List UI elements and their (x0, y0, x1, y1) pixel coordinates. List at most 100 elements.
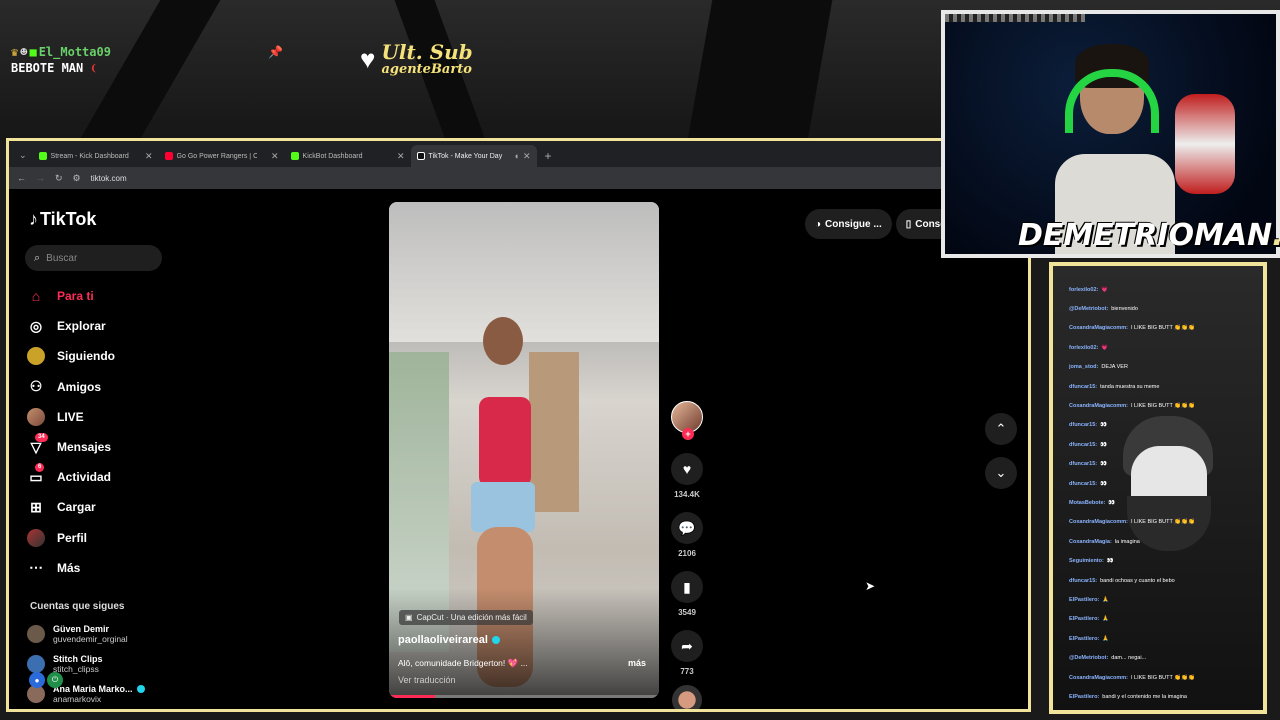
chat-username: forlexilo02: (1069, 286, 1099, 293)
chat-text: 🙏 (1102, 596, 1110, 603)
chat-message: forlexilo02: 💗 (1069, 280, 1259, 299)
close-tab-icon[interactable]: ✕ (145, 151, 153, 162)
description-more-button[interactable]: más (628, 658, 646, 668)
follow-plus-icon[interactable]: + (682, 428, 694, 440)
chat-message: ElPastilero: 🙏 (1069, 629, 1259, 648)
music-disc-icon[interactable] (672, 685, 702, 709)
close-tab-icon[interactable]: ✕ (271, 151, 279, 162)
chat-text: DEJA VER (1101, 364, 1128, 371)
tab-title: KickBot Dashboard (302, 152, 363, 160)
save-count: 3549 (678, 608, 696, 617)
chat-message: dfuncar15: 👀 (1069, 416, 1259, 435)
creator-avatar[interactable]: + (671, 401, 703, 440)
reload-icon[interactable]: ↻ (55, 173, 63, 184)
following-handle: anamarkovix (53, 694, 102, 704)
chat-username: dfuncar15: (1069, 383, 1098, 390)
chat-username: dfuncar15: (1069, 480, 1098, 487)
nav-amigos[interactable]: ⚇ Amigos (27, 372, 115, 402)
tab-title: TikTok - Make Your Day (428, 152, 503, 160)
chat-username: @DeMetriobot: (1069, 655, 1109, 662)
chat-message: ElPastilero: bandi y el contenido me la i… (1069, 687, 1259, 706)
kickbot-icon (290, 152, 299, 160)
nav-label: Perfil (57, 530, 88, 545)
video-player[interactable]: ▣ CapCut · Una edición más fácil paollao… (389, 202, 659, 698)
youtube-icon (164, 152, 173, 160)
avatar (27, 625, 45, 643)
chat-text: dam... negai... (1111, 655, 1147, 662)
chevron-up-icon: ⌃ (995, 421, 1007, 436)
power-icon[interactable]: ⏻ (47, 672, 63, 688)
comment-button[interactable]: 💬 (671, 512, 703, 544)
following-item[interactable]: Güven Demir guvendemir_orginal (27, 619, 145, 649)
nav-cargar[interactable]: ⊞ Cargar (27, 492, 115, 522)
action-rail: + ♥ 134.4K 💬 2106 ▮ 3549 ➦ 773 (668, 401, 706, 709)
chat-message: CoxandraMagia: la imagina (1069, 532, 1259, 551)
ceiling-beam (687, 0, 833, 140)
nav-para-ti[interactable]: ⌂ Para ti (27, 281, 115, 311)
speaker-icon[interactable]: ◖ (514, 151, 519, 161)
sidebar-nav: ⌂ Para ti ◎ Explorar Siguiendo ⚇ Amigos … (27, 281, 115, 583)
url-field[interactable]: tiktok.com (91, 174, 127, 183)
chat-username: CoxandraMagiacomm: (1069, 325, 1128, 332)
video-progress-bar[interactable] (389, 695, 659, 698)
chat-overlay: forlexilo02: 💗 @DeMetriobot: bienvenido Coxa… (1049, 262, 1267, 714)
site-info-icon[interactable]: ⚙ (73, 173, 81, 184)
chat-bubble-icon[interactable]: ● (29, 672, 45, 688)
tiktok-page: ♪ TikTok ⌕ Buscar ⌂ Para ti ◎ Explorar S… (9, 189, 1028, 709)
next-video-button[interactable]: ⌄ (985, 457, 1017, 489)
nav-label: Mensajes (57, 440, 112, 455)
tiktok-logo[interactable]: ♪ TikTok (29, 209, 96, 230)
overlay-username: El_Motta09 (38, 45, 111, 59)
nav-mensajes[interactable]: ▽ 34 Mensajes (27, 432, 115, 462)
chat-message: CoxandraMagiacomm: I LIKE BIG BUTT 👏👏👏 (1069, 319, 1259, 338)
back-icon[interactable]: ← (17, 173, 26, 183)
logo-text: TikTok (40, 209, 97, 229)
nav-explorar[interactable]: ◎ Explorar (27, 311, 115, 341)
chat-message: dfuncar15: 👀 (1069, 455, 1259, 474)
chat-message: CoxandraMagiacomm: I LIKE BIG BUTT 👏👏👏 (1069, 668, 1259, 687)
video-progress-fill (389, 695, 435, 698)
translate-link[interactable]: Ver traducción (398, 675, 456, 685)
nav-actividad[interactable]: ▭ 6 Actividad (27, 462, 115, 492)
previous-video-button[interactable]: ⌃ (985, 413, 1017, 445)
chat-message: dfuncar15: 👀 (1069, 435, 1259, 454)
chat-text: la imagina (1114, 538, 1140, 545)
nav-mas[interactable]: ⋯ Más (27, 553, 115, 583)
video-username[interactable]: paollaoliveirareal (398, 634, 500, 646)
chat-text: I LIKE BIG BUTT 👏👏👏 (1131, 519, 1195, 526)
search-placeholder: Buscar (46, 252, 78, 264)
share-button[interactable]: ➦ (671, 630, 703, 662)
close-tab-icon[interactable]: ✕ (523, 151, 531, 162)
nav-perfil[interactable]: Perfil (27, 523, 115, 553)
following-list: Güven Demir guvendemir_orginal Stitch Cl… (27, 619, 145, 709)
last-sub-overlay: ♥ Ult. Sub agenteBarto (360, 42, 473, 77)
tab-kickbot[interactable]: KickBot Dashboard ✕ (285, 145, 411, 167)
tab-kick-dashboard[interactable]: Stream - Kick Dashboard ✕ (33, 145, 159, 167)
tab-power-rangers[interactable]: Go Go Power Rangers | Once u ✕ (159, 145, 285, 167)
home-icon: ⌂ (31, 288, 41, 305)
capcut-badge[interactable]: ▣ CapCut · Una edición más fácil (399, 610, 533, 625)
search-input[interactable]: ⌕ Buscar (25, 245, 162, 271)
save-button[interactable]: ▮ (671, 571, 703, 603)
like-button[interactable]: ♥ (671, 453, 703, 485)
kick-icon (38, 152, 47, 160)
video-navigation: ⌃ ⌄ (985, 413, 1017, 501)
forward-icon[interactable]: → (36, 173, 45, 183)
close-tab-icon[interactable]: ✕ (397, 151, 405, 162)
tab-title: Go Go Power Rangers | Once u (176, 152, 257, 160)
tab-strip: ⌄ Stream - Kick Dashboard ✕ Go Go Power … (9, 141, 1028, 167)
comment-count: 2106 (678, 549, 696, 558)
tab-search-icon[interactable]: ⌄ (13, 150, 33, 167)
chat-text: 👀 (1106, 558, 1114, 565)
nav-live[interactable]: LIVE (27, 402, 115, 432)
live-icon (27, 407, 45, 426)
get-app-button[interactable]: ◑ Consigue ... (805, 209, 892, 239)
following-icon (27, 347, 45, 366)
following-name: Stitch Clips (53, 654, 103, 664)
chat-message: @DeMetriobot: bienvenido (1069, 299, 1259, 318)
chat-message: Seguimiento: 👀 (1069, 551, 1259, 570)
nav-siguiendo[interactable]: Siguiendo (27, 341, 115, 371)
chat-username: @DeMetriobot: (1069, 306, 1109, 313)
tab-tiktok[interactable]: TikTok - Make Your Day ◖ ✕ (410, 145, 537, 167)
new-tab-button[interactable]: + (537, 145, 560, 167)
